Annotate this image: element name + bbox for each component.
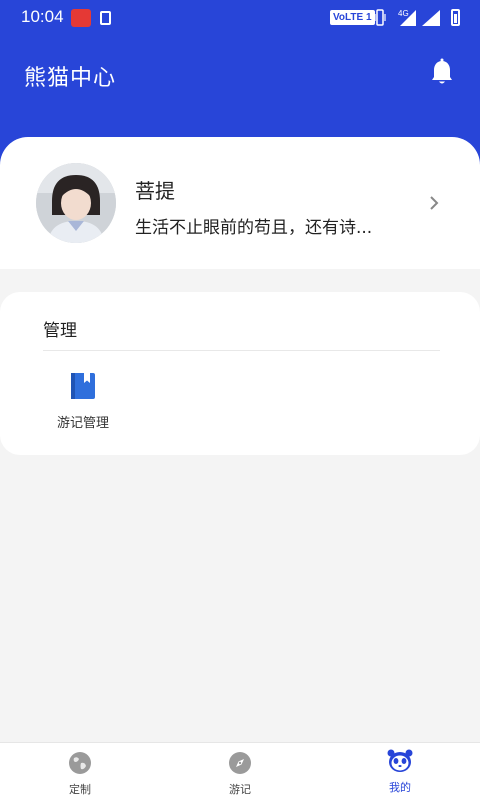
management-card: 管理 游记管理 xyxy=(0,292,480,455)
sim-notification-icon xyxy=(100,11,111,25)
bottom-nav: 定制 游记 我的 xyxy=(0,742,480,801)
profile-card[interactable]: 菩提 生活不止眼前的苟且，还有诗... xyxy=(0,137,480,269)
tab-travelogue-label: 游记 xyxy=(229,783,251,796)
book-icon xyxy=(71,373,95,399)
signal-icon-2 xyxy=(422,10,440,26)
battery-icon xyxy=(451,9,460,26)
avatar-image xyxy=(36,163,116,243)
page-title: 熊猫中心 xyxy=(24,66,117,91)
globe-icon xyxy=(69,752,91,774)
volte-badge: VoLTE 1 xyxy=(330,10,375,25)
profile-motto: 生活不止眼前的苟且，还有诗... xyxy=(135,218,373,238)
vibrate-icon xyxy=(374,9,386,26)
status-bar: 10:04 VoLTE 1 4G xyxy=(0,0,480,36)
avatar[interactable] xyxy=(36,163,116,243)
signal-icon xyxy=(400,10,416,26)
tab-customize-label: 定制 xyxy=(69,783,91,796)
travelogue-management-item[interactable]: 游记管理 xyxy=(50,372,116,432)
profile-name: 菩提 xyxy=(135,179,175,203)
management-heading: 管理 xyxy=(43,321,77,341)
app-notification-icon xyxy=(71,9,91,27)
tab-travelogue[interactable]: 游记 xyxy=(200,743,280,801)
panda-icon xyxy=(387,749,413,772)
tab-mine[interactable]: 我的 xyxy=(360,743,440,801)
travelogue-management-label: 游记管理 xyxy=(56,416,109,431)
divider xyxy=(43,350,440,351)
chevron-right-icon[interactable] xyxy=(428,194,440,212)
status-time: 10:04 xyxy=(21,7,64,26)
bell-icon[interactable] xyxy=(430,58,454,86)
tab-mine-label: 我的 xyxy=(389,781,411,794)
tab-customize[interactable]: 定制 xyxy=(40,743,120,801)
compass-icon xyxy=(229,752,251,774)
